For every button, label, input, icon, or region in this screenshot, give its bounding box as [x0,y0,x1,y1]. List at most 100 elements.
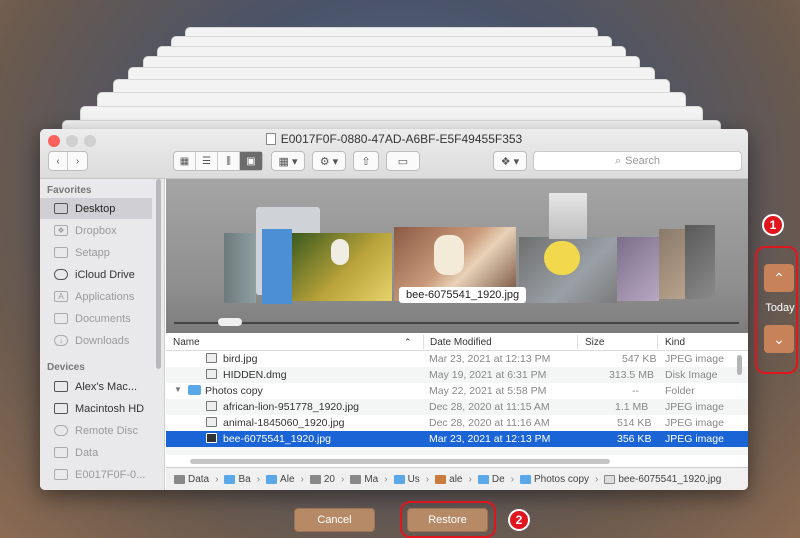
sidebar-item-remote-disc[interactable]: Remote Disc [40,420,152,441]
gallery-view-icon[interactable]: ▣ [240,152,262,170]
highlight-ring-timeline [755,246,798,374]
back-forward-buttons[interactable]: ‹ › [48,151,88,171]
view-mode-control[interactable]: ▦ ☰ ⫼ ▣ [173,151,263,171]
column-header-kind[interactable]: Kind [665,337,685,348]
tags-button[interactable]: ▭ [386,151,420,171]
cover-flow-flower [434,235,464,275]
column-header-name[interactable]: Name [173,337,200,348]
action-button[interactable]: ⚙ ▾ [312,151,346,171]
table-row-selected[interactable]: bee-6075541_1920.jpg Mar 23, 2021 at 12:… [166,431,748,447]
folder-icon [188,385,201,395]
sidebar-item-dropbox[interactable]: ❖ Dropbox [40,220,152,241]
share-icon: ⇧ [361,155,371,168]
path-segment[interactable]: Ale [266,474,295,485]
list-view-icon[interactable]: ☰ [196,152,218,170]
drive-icon [54,469,68,480]
image-file-icon [206,353,217,363]
cover-flow-preview: bee-6075541_1920.jpg [166,179,748,333]
path-separator-icon: › [215,473,219,485]
file-date: May 19, 2021 at 6:31 PM [429,369,547,381]
gear-icon: ⚙ ▾ [319,155,339,168]
cover-flow-selected-label: bee-6075541_1920.jpg [399,287,527,303]
path-segment[interactable]: De [477,474,505,485]
sidebar-item-documents[interactable]: Documents [40,308,152,329]
file-size: 1.1 MB [615,401,649,413]
path-segment[interactable]: Ma [350,474,378,485]
path-segment[interactable]: bee-6075541_1920.jpg [604,474,721,485]
laptop-icon [54,381,68,392]
arrange-button[interactable]: ▦ ▾ [271,151,305,171]
path-segment[interactable]: Data [174,474,209,485]
sidebar-item-setapp[interactable]: Setapp [40,242,152,263]
disk-image-icon [206,369,217,379]
file-size: 313.5 MB [609,369,654,381]
table-row[interactable]: animal-1845060_1920.jpg Dec 28, 2020 at … [166,415,748,431]
path-segment[interactable]: Ba [224,474,251,485]
sidebar-heading-favorites: Favorites [47,185,92,196]
disclosure-triangle-icon[interactable]: ▼ [174,385,182,394]
file-kind: JPEG image [665,353,724,365]
file-size: 514 KB [617,417,652,429]
icon-view-icon[interactable]: ▦ [174,152,196,170]
setapp-icon [54,247,68,258]
tag-icon: ▭ [397,155,409,168]
sidebar-scrollbar[interactable] [156,179,161,369]
sidebar-item-alexs-mac[interactable]: Alex's Mac... [40,376,152,397]
table-row[interactable]: ▼ Photos copy May 22, 2021 at 5:58 PM --… [166,383,748,399]
file-date: Dec 28, 2020 at 11:16 AM [429,417,550,429]
titlebar: E0017F0F-0880-47AD-A6BF-E5F49455F353 ‹ › … [40,129,748,179]
image-file-icon [206,433,217,443]
cover-flow-thumbnail [549,193,587,239]
file-name: animal-1845060_1920.jpg [223,417,345,429]
file-name: Photos copy [205,385,263,397]
file-date: Dec 28, 2020 at 11:15 AM [429,401,550,413]
file-name: HIDDEN.dmg [223,369,287,381]
sidebar-item-icloud-drive[interactable]: iCloud Drive [40,264,152,285]
horizontal-scrollbar[interactable] [190,459,610,464]
sidebar-item-macintosh-hd[interactable]: Macintosh HD [40,398,152,419]
downloads-icon: ↓ [54,335,68,346]
path-segment[interactable]: Photos copy [519,474,589,485]
back-icon[interactable]: ‹ [49,152,68,170]
file-kind: JPEG image [665,433,724,445]
path-segment[interactable]: 20 [309,474,335,485]
share-button[interactable]: ⇧ [353,151,379,171]
window-title: E0017F0F-0880-47AD-A6BF-E5F49455F353 [40,132,748,146]
folder-icon [393,474,405,484]
sidebar-item-applications[interactable]: A Applications [40,286,152,307]
image-file-icon [206,417,217,427]
folder-icon [224,474,236,484]
list-scrollbar[interactable] [737,355,742,375]
cover-flow-scroll-track[interactable] [174,322,739,324]
file-name: bee-6075541_1920.jpg [223,433,332,445]
cancel-button[interactable]: Cancel [294,508,375,532]
image-file-icon [604,474,616,484]
table-row[interactable]: bird.jpg Mar 23, 2021 at 12:13 PM 547 KB… [166,351,748,367]
sort-chevron-icon[interactable]: ⌃ [404,337,412,348]
path-segment[interactable]: ale [435,474,463,485]
document-icon [265,133,276,145]
sidebar-item-backup-volume[interactable]: E0017F0F-0... [40,464,152,485]
dropbox-button[interactable]: ❖ ▾ [493,151,527,171]
cover-flow-chick [544,241,580,275]
column-header-size[interactable]: Size [585,337,604,348]
table-row[interactable]: HIDDEN.dmg May 19, 2021 at 6:31 PM 313.5… [166,367,748,383]
column-header-date[interactable]: Date Modified [430,337,492,348]
file-name: bird.jpg [223,353,258,365]
table-row-partial[interactable] [166,447,748,455]
sidebar-item-data[interactable]: Data [40,442,152,463]
column-view-icon[interactable]: ⫼ [218,152,240,170]
path-separator-icon: › [340,473,345,485]
sidebar-item-desktop[interactable]: Desktop [40,198,152,219]
path-segment[interactable]: Us [393,474,420,485]
column-divider [577,335,578,349]
sidebar-item-downloads[interactable]: ↓ Downloads [40,330,152,351]
search-input[interactable]: ⌕ Search [533,151,742,171]
table-row[interactable]: african-lion-951778_1920.jpg Dec 28, 202… [166,399,748,415]
search-icon: ⌕ [614,154,622,167]
image-file-icon [206,401,217,411]
path-separator-icon: › [468,473,472,485]
file-kind: JPEG image [665,417,724,429]
cover-flow-scroll-thumb[interactable] [218,318,242,326]
forward-icon[interactable]: › [68,152,87,170]
